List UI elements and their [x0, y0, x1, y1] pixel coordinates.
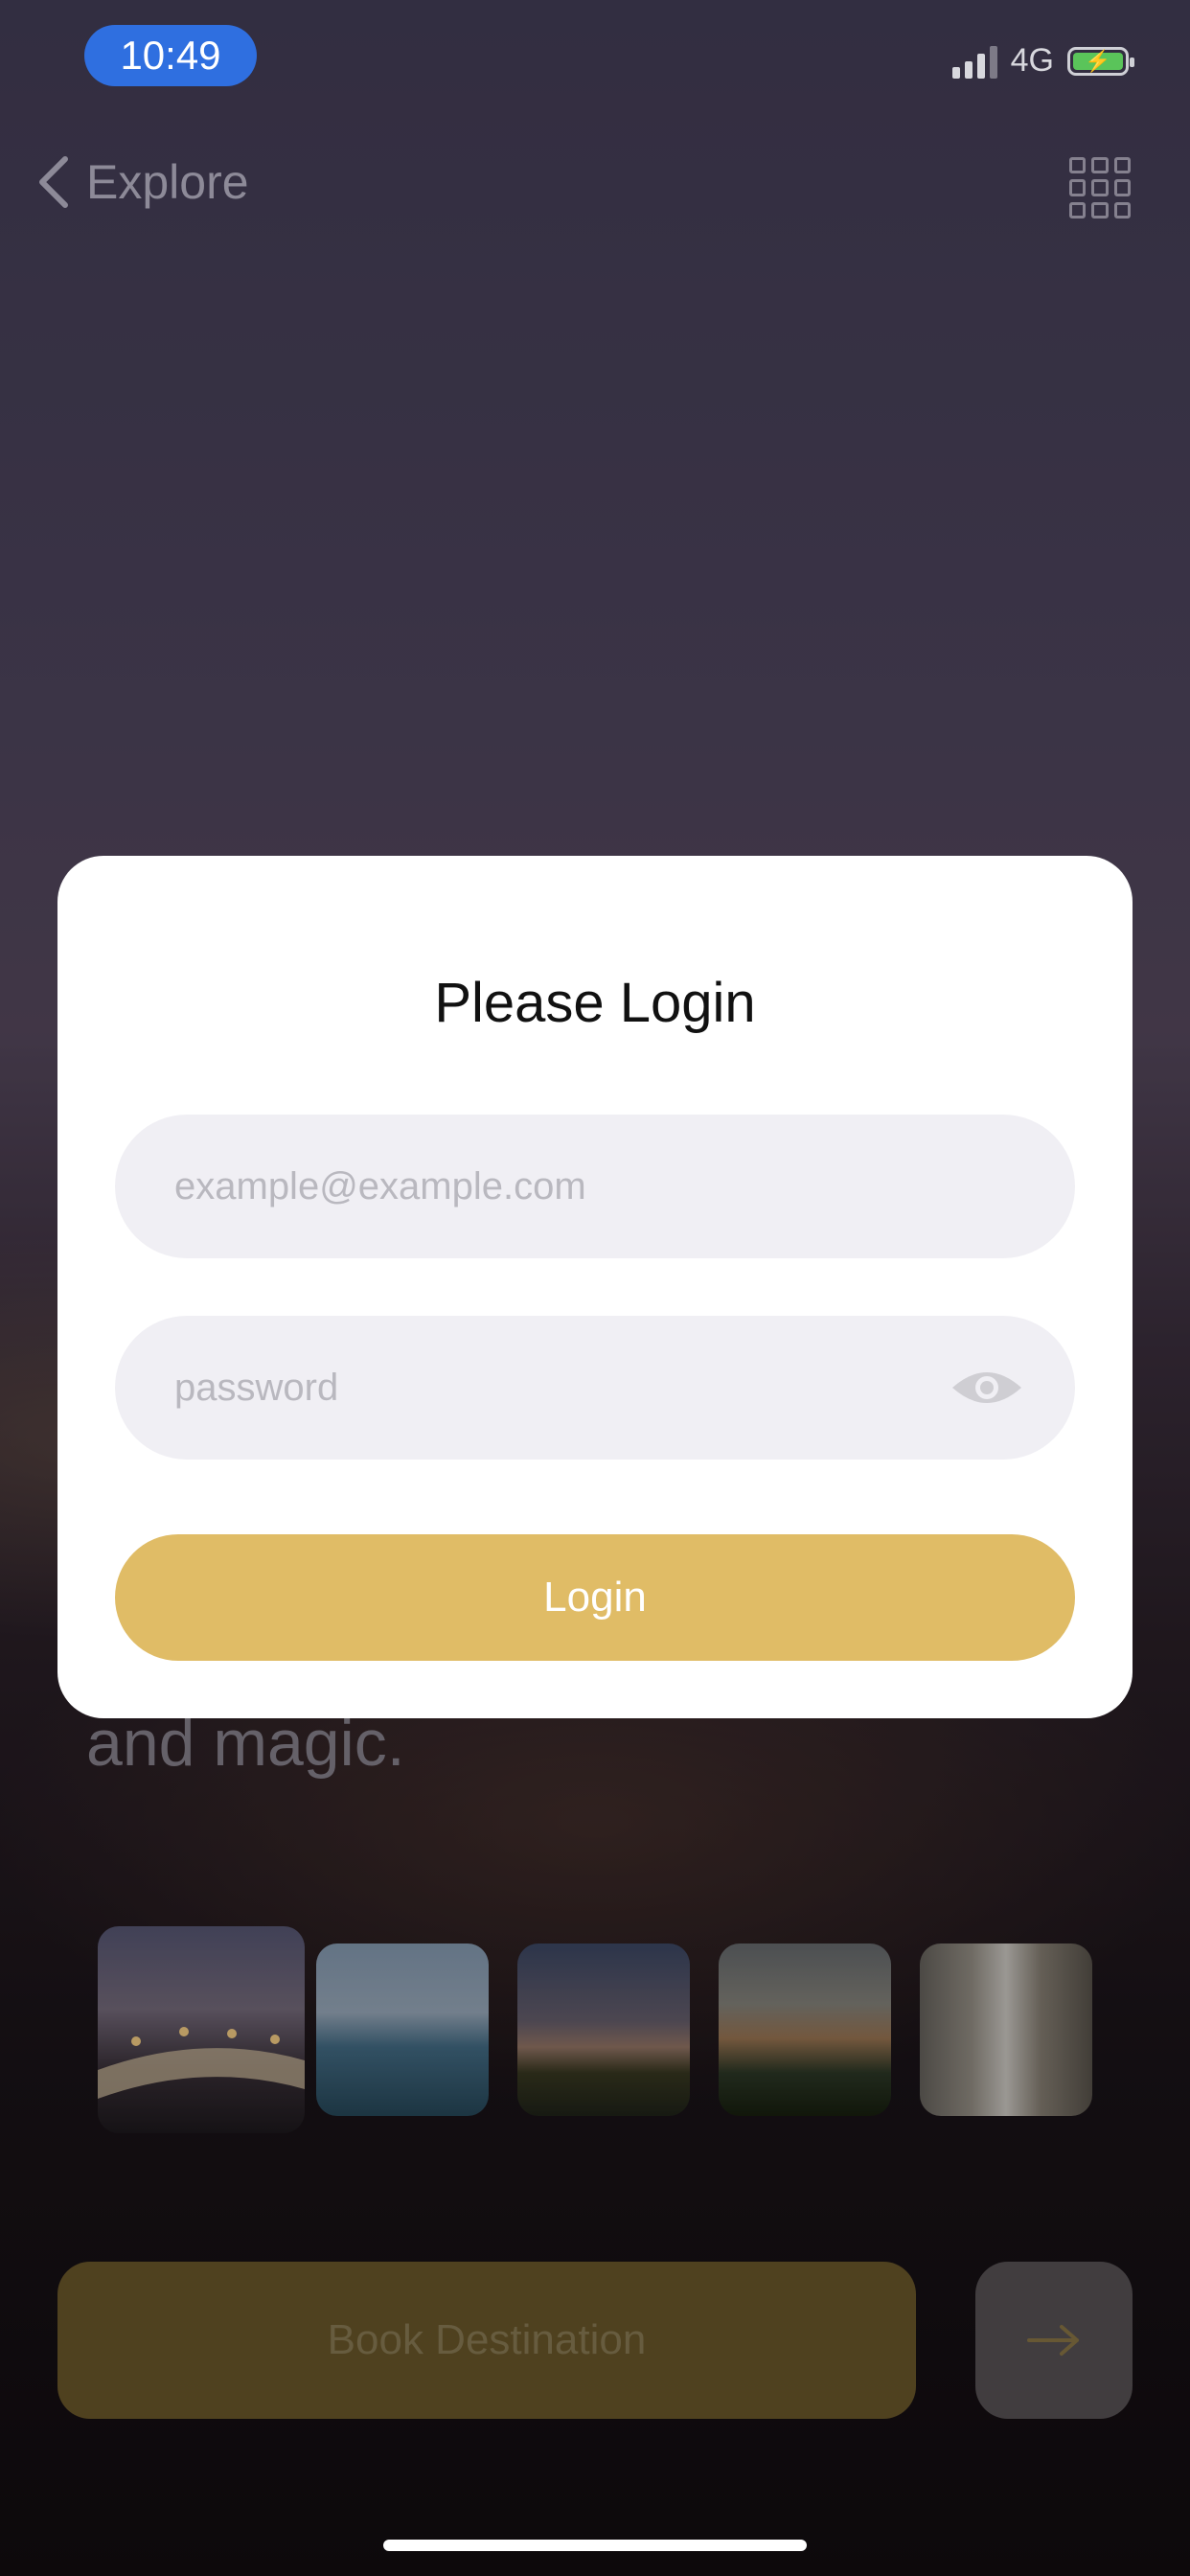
email-field-container [115, 1115, 1075, 1258]
back-button[interactable]: Explore [34, 153, 249, 211]
login-button[interactable]: Login [115, 1534, 1075, 1661]
password-input[interactable] [172, 1365, 962, 1411]
back-label: Explore [86, 155, 249, 209]
eye-icon[interactable] [950, 1367, 1023, 1409]
modal-title: Please Login [434, 972, 756, 1034]
signal-icon [951, 44, 997, 79]
login-modal: Please Login Login [57, 856, 1133, 1718]
password-field-container [115, 1316, 1075, 1460]
chevron-left-icon [39, 156, 68, 208]
battery-icon: ⚡ [1067, 46, 1134, 76]
status-time: 10:49 [84, 25, 257, 86]
email-input[interactable] [172, 1163, 962, 1209]
network-label: 4G [1010, 42, 1054, 79]
status-indicators: 4G ⚡ [951, 42, 1134, 80]
home-indicator [383, 2540, 807, 2551]
grid-menu-icon[interactable] [1069, 157, 1131, 218]
